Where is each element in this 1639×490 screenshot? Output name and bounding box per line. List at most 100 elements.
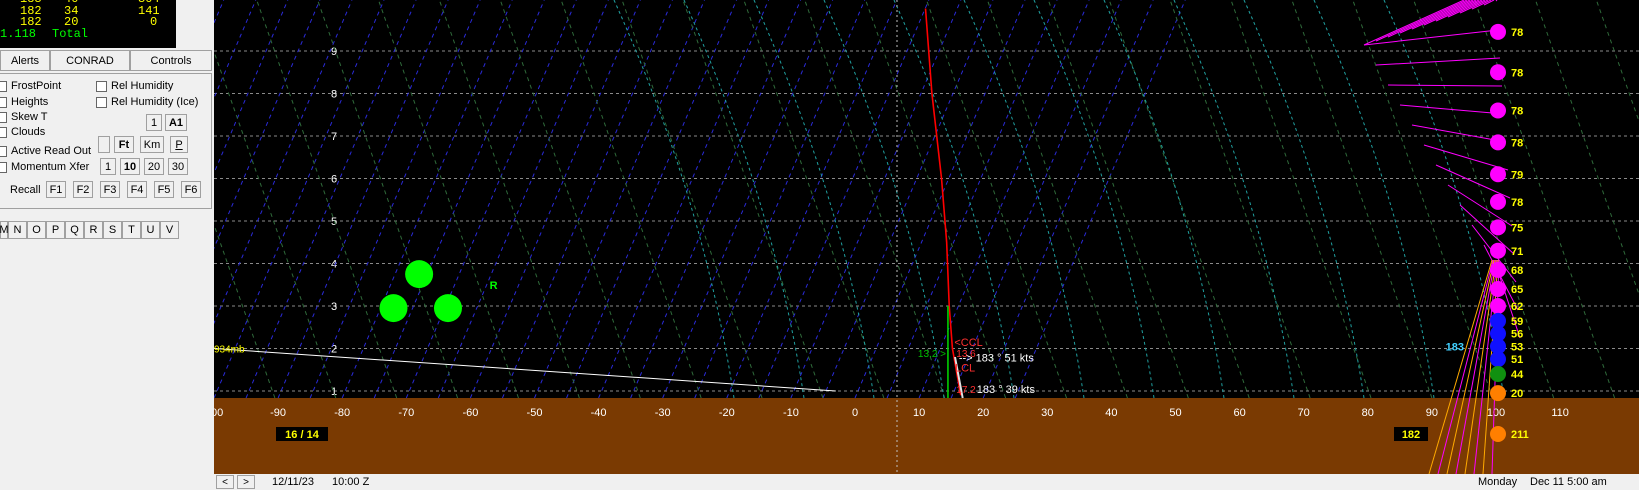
wind-streamline [1375, 57, 1501, 66]
x-tick-label: -40 [591, 407, 607, 419]
letter-r-button[interactable]: R [84, 221, 103, 239]
wind-marker [1490, 351, 1506, 368]
wind-marker [1490, 193, 1506, 210]
r-marker-label: R [490, 280, 498, 292]
height-tick-label: 7 [331, 131, 337, 143]
recall-f5-button[interactable]: F5 [154, 181, 174, 198]
isotherm-line [566, 0, 738, 399]
wind-speed-label: 78 [1511, 106, 1523, 118]
status-time: 10:00 Z [332, 476, 370, 488]
green-marker [405, 260, 434, 289]
chart-svg: 123456789100-90-80-70-60-50-40-30-20-100… [214, 0, 1639, 474]
x-tick-label: 100 [214, 407, 223, 419]
rel-humidity-ice-option[interactable]: Rel Humidity (Ice) [96, 96, 198, 108]
tab-controls[interactable]: Controls [130, 50, 212, 71]
skew-t-chart[interactable]: 123456789100-90-80-70-60-50-40-30-20-100… [214, 0, 1639, 474]
wind-column-left-value: 183 [1446, 341, 1464, 353]
readout-total-value: 1.118 [0, 26, 37, 41]
frostpoint-option[interactable]: FrostPoint [0, 80, 61, 92]
letter-s-button[interactable]: S [103, 221, 122, 239]
unit-a1-button[interactable]: A1 [165, 114, 187, 131]
isotherm-line [630, 0, 802, 399]
letter-q-button[interactable]: Q [65, 221, 84, 239]
clouds-option[interactable]: Clouds [0, 126, 45, 138]
recall-f1-button[interactable]: F1 [46, 181, 66, 198]
next-button[interactable]: > [237, 475, 255, 489]
letter-p-button[interactable]: P [46, 221, 65, 239]
x-tick-label: 70 [1298, 407, 1310, 419]
isotherm-line [982, 0, 1154, 399]
wind-marker [1490, 242, 1506, 259]
xfer-20-button[interactable]: 20 [144, 158, 164, 175]
wind-speed-label: 78 [1511, 137, 1523, 149]
unit-blank-button[interactable] [98, 136, 110, 153]
letter-o-button[interactable]: O [27, 221, 46, 239]
letter-t-button[interactable]: T [122, 221, 141, 239]
recall-f3-button[interactable]: F3 [100, 181, 120, 198]
isotherm-line [758, 0, 930, 399]
isotherm-line [1014, 0, 1186, 399]
x-tick-label: 100 [1487, 407, 1505, 419]
dry-adiabat-line [1169, 0, 1311, 399]
skew-t-checkbox[interactable] [0, 111, 7, 123]
dry-adiabat-line [865, 0, 1007, 399]
recall-f4-button[interactable]: F4 [127, 181, 147, 198]
wind-marker [1490, 23, 1506, 40]
environment-line [214, 348, 836, 392]
heights-option[interactable]: Heights [0, 96, 48, 108]
dry-adiabat-line [438, 0, 580, 399]
active-read-out-option[interactable]: Active Read Out [0, 145, 91, 157]
letter-u-button[interactable]: U [141, 221, 160, 239]
height-tick-label: 4 [331, 259, 337, 271]
isotherm-line [341, 0, 513, 399]
wind-streamline [1399, 0, 1474, 34]
recall-f2-button[interactable]: F2 [73, 181, 93, 198]
momentum-xfer-label: Momentum Xfer [11, 161, 90, 173]
height-tick-label: 3 [331, 301, 337, 313]
unit-p-button[interactable]: P [170, 136, 188, 153]
dry-adiabat-line [1413, 0, 1555, 399]
heights-checkbox[interactable] [0, 96, 7, 108]
prev-button[interactable]: < [216, 475, 234, 489]
active-read-out-checkbox[interactable] [0, 145, 7, 157]
clouds-checkbox[interactable] [0, 126, 7, 138]
clouds-label: Clouds [11, 126, 46, 138]
isotherm-line [469, 0, 641, 399]
tab-conrad[interactable]: CONRAD [50, 50, 130, 71]
skew-t-option[interactable]: Skew T [0, 111, 47, 123]
dry-adiabat-line [256, 0, 398, 399]
recall-f6-button[interactable]: F6 [181, 181, 201, 198]
wind-speed-label: 78 [1511, 27, 1523, 39]
wind-marker [1490, 298, 1506, 314]
letter-n-button[interactable]: N [8, 221, 27, 239]
momentum-xfer-option[interactable]: Momentum Xfer [0, 161, 89, 173]
moist-adiabat-line [1033, 0, 1155, 399]
wind-streamline [1428, 259, 1493, 474]
wind-speed-label: 62 [1511, 301, 1523, 313]
wind-lower-label: 183 ° 39 kts [977, 384, 1036, 396]
status-bar: < > 12/11/23 10:00 Z Monday Dec 11 5:00 … [214, 474, 1639, 490]
unit-1-button[interactable]: 1 [146, 114, 162, 131]
wind-streamline [1459, 204, 1515, 255]
rel-humidity-option[interactable]: Rel Humidity [96, 80, 173, 92]
frostpoint-checkbox[interactable] [0, 80, 7, 92]
wind-marker [1490, 102, 1506, 119]
unit-km-button[interactable]: Km [140, 136, 164, 153]
isotherm-line [373, 0, 545, 399]
letter-m-button[interactable]: M [0, 221, 9, 239]
isotherm-line [245, 0, 417, 399]
xfer-1-button[interactable]: 1 [100, 158, 116, 175]
isotherm-line [534, 0, 705, 399]
unit-ft-button[interactable]: Ft [114, 136, 134, 153]
xfer-10-button[interactable]: 10 [120, 158, 140, 175]
rel-humidity-ice-checkbox[interactable] [96, 96, 107, 108]
xfer-30-button[interactable]: 30 [168, 158, 188, 175]
momentum-xfer-checkbox[interactable] [0, 161, 7, 173]
x-tick-label: 20 [977, 407, 989, 419]
x-tick-label: -50 [527, 407, 543, 419]
wind-speed-label: 71 [1511, 246, 1523, 258]
dry-adiabat-line [621, 0, 763, 399]
tab-alerts[interactable]: Alerts [0, 50, 50, 71]
rel-humidity-checkbox[interactable] [96, 80, 107, 92]
letter-v-button[interactable]: V [160, 221, 179, 239]
